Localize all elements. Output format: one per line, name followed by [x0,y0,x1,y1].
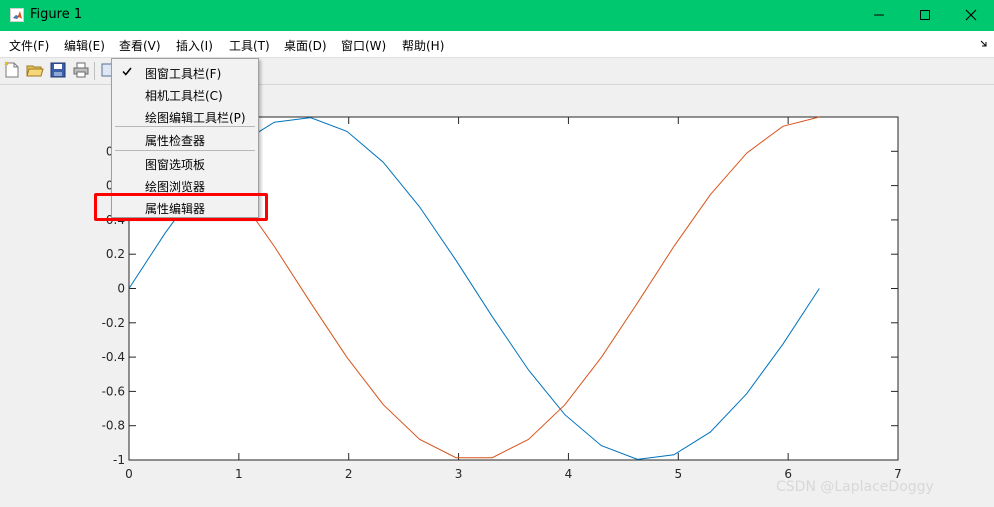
menu-item-property-inspector[interactable]: 属性检查器 [112,128,258,150]
menu-separator [115,150,255,151]
y-tick-label: 0.2 [106,247,125,261]
y-tick-label: -0.6 [102,384,125,398]
watermark-text: CSDN @LaplaceDoggy [776,479,934,495]
x-tick-label: 5 [674,467,682,481]
y-tick-label: -0.8 [102,419,125,433]
menu-item-plot-edit-toolbar[interactable]: 绘图编辑工具栏(P) [112,105,258,127]
checkmark-icon [122,67,132,76]
x-tick-label: 2 [345,467,353,481]
y-tick-label: -0.4 [102,350,125,364]
y-tick-label: -0.2 [102,316,125,330]
menu-item-label: 绘图编辑工具栏(P) [145,111,246,125]
menu-item-label: 图窗选项板 [145,158,206,172]
menu-item-figure-toolbar[interactable]: 图窗工具栏(F) [112,61,258,83]
x-tick-label: 0 [125,467,133,481]
x-tick-label: 1 [235,467,243,481]
x-tick-label: 3 [455,467,463,481]
menu-separator [115,126,255,127]
highlight-annotation-box [94,193,268,221]
menu-item-label: 图窗工具栏(F) [145,67,222,81]
menu-item-label: 属性检查器 [145,134,206,148]
y-tick-label: -1 [113,453,125,467]
y-tick-label: 0 [117,282,125,296]
menu-item-figure-palette[interactable]: 图窗选项板 [112,152,258,174]
menu-item-label: 相机工具栏(C) [145,89,223,103]
menu-item-camera-toolbar[interactable]: 相机工具栏(C) [112,83,258,105]
x-tick-label: 4 [565,467,573,481]
